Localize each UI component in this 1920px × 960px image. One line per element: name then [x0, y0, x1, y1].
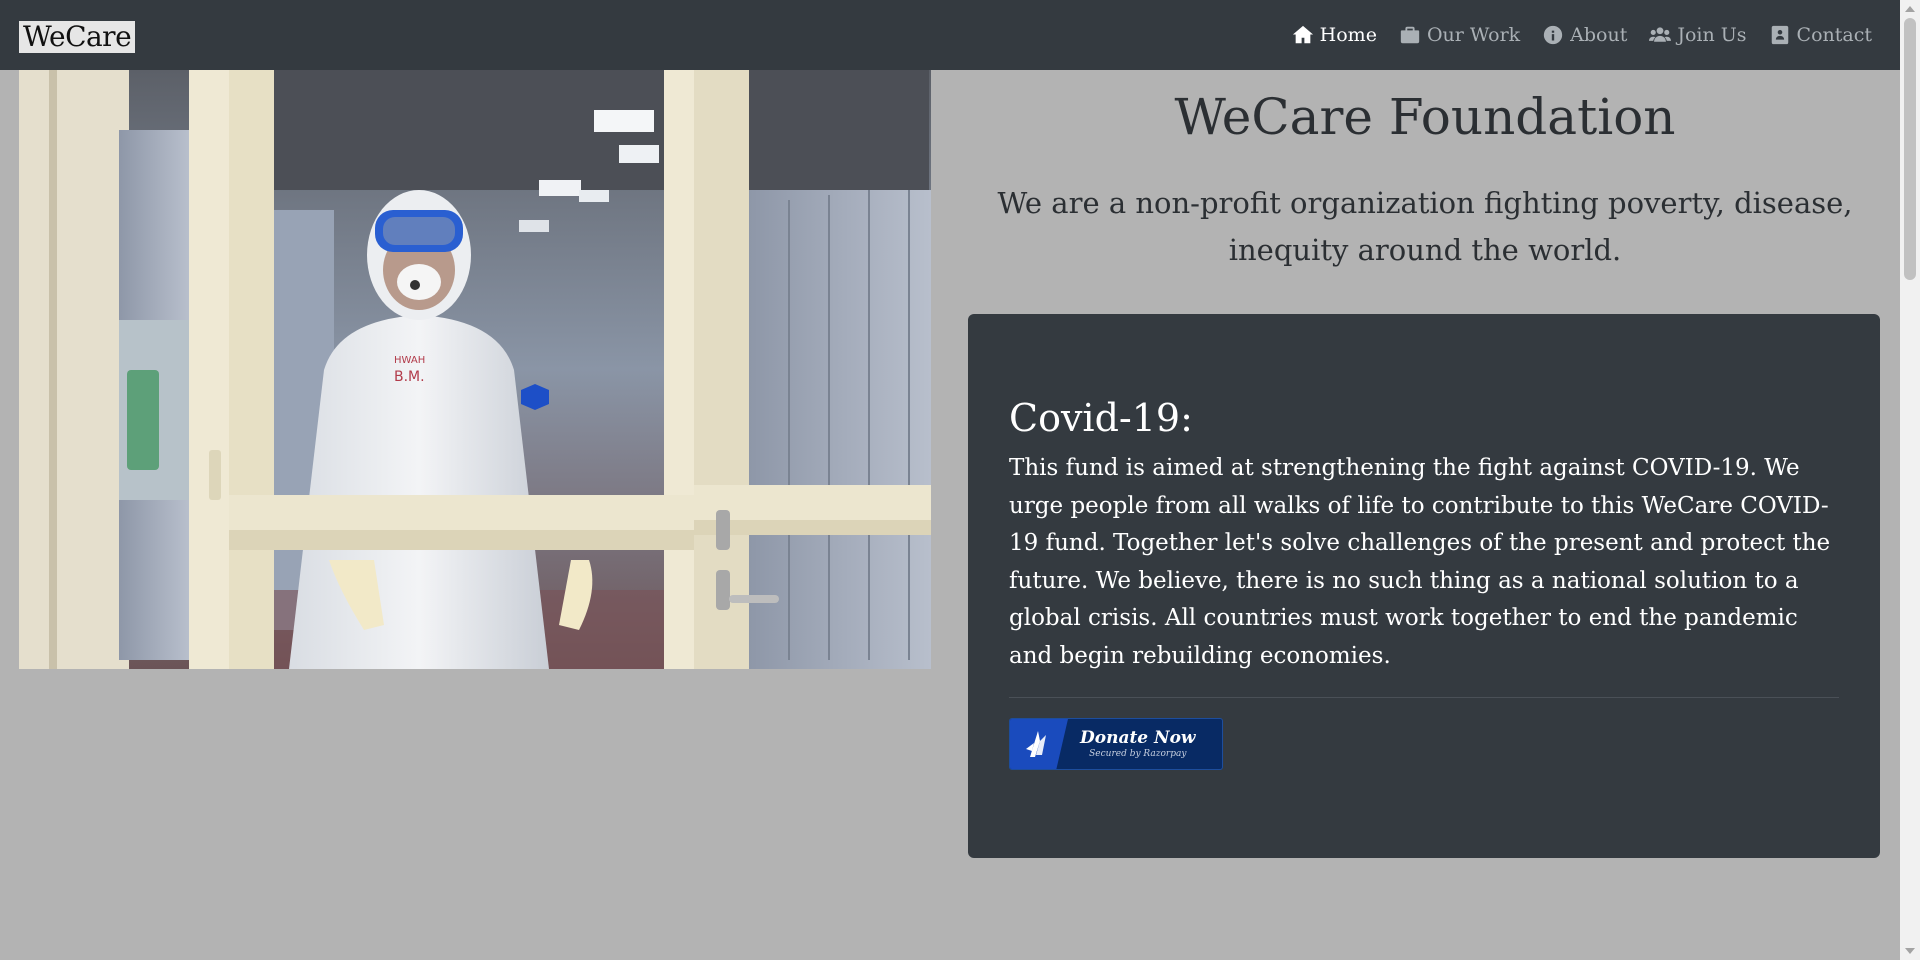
- info-circle-icon: [1544, 25, 1563, 45]
- razorpay-logo-icon: [1010, 719, 1068, 769]
- nav-item-label: About: [1570, 24, 1628, 46]
- address-book-icon: [1771, 25, 1788, 45]
- svg-text:HWAH: HWAH: [394, 355, 425, 366]
- nav-item-home[interactable]: Home: [1292, 24, 1377, 46]
- donate-label: Donate Now: [1080, 728, 1196, 748]
- page-tagline: We are a non-profit organization fightin…: [997, 186, 1853, 267]
- nav-item-contact[interactable]: Contact: [1769, 24, 1872, 46]
- nav-menu: Home Our Work About Join Us Contact: [1292, 0, 1872, 70]
- scroll-up-arrow-icon[interactable]: [1905, 6, 1915, 12]
- scrollbar[interactable]: [1900, 0, 1920, 960]
- brand-logo[interactable]: WeCare: [19, 21, 136, 53]
- hero-image: HWAH B.M.: [19, 70, 931, 669]
- card-divider: [1009, 697, 1839, 698]
- scroll-down-arrow-icon[interactable]: [1905, 948, 1915, 954]
- scroll-thumb[interactable]: [1904, 18, 1916, 280]
- page-title: WeCare Foundation: [1174, 88, 1676, 146]
- covid-card: Covid-19: This fund is aimed at strength…: [968, 314, 1880, 858]
- nav-item-label: Contact: [1796, 24, 1872, 46]
- nav-item-label: Join Us: [1677, 24, 1747, 46]
- nav-item-about[interactable]: About: [1542, 24, 1627, 46]
- nav-item-label: Our Work: [1426, 24, 1521, 46]
- donate-button[interactable]: Donate Now Secured by Razorpay: [1009, 718, 1223, 770]
- svg-text:B.M.: B.M.: [394, 369, 425, 385]
- nav-item-our-work[interactable]: Our Work: [1399, 24, 1520, 46]
- briefcase-icon: [1400, 26, 1420, 44]
- card-title: Covid-19:: [1009, 396, 1193, 440]
- users-icon: [1649, 27, 1672, 42]
- nav-item-join-us[interactable]: Join Us: [1649, 24, 1747, 46]
- donate-sublabel: Secured by Razorpay: [1089, 749, 1187, 759]
- navbar: WeCare Home Our Work About Join Us Conta…: [0, 0, 1900, 70]
- home-icon: [1292, 25, 1313, 44]
- card-text: This fund is aimed at strengthening the …: [1009, 455, 1831, 669]
- nav-item-label: Home: [1319, 24, 1377, 46]
